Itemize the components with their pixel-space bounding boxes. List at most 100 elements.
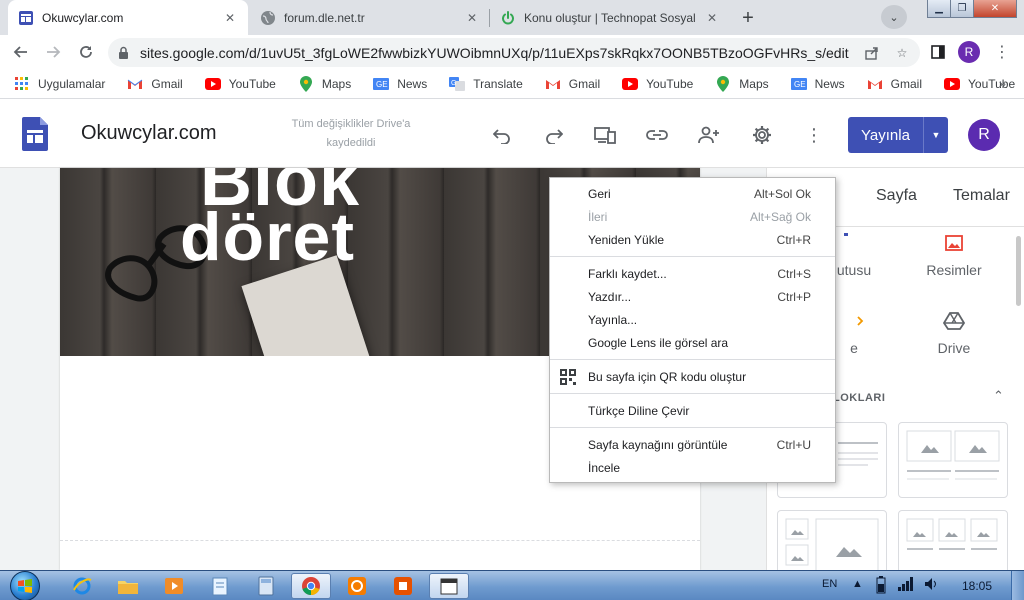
restore-window-icon[interactable]: ❐ [950, 0, 974, 18]
forward-arrow-icon[interactable] [41, 40, 65, 64]
globe-favicon-icon [260, 10, 276, 26]
close-tab-icon[interactable]: ✕ [704, 10, 720, 26]
browser-menu-icon[interactable]: ⋮ [990, 40, 1014, 64]
bookmark-gmail[interactable]: Gmail [545, 77, 600, 91]
menu-item-view-source[interactable]: Sayfa kaynağını görüntüle Ctrl+U [550, 433, 835, 456]
network-signal-icon[interactable] [898, 577, 914, 594]
bookmark-label: Translate [473, 76, 523, 91]
svg-text:GE: GE [376, 80, 388, 89]
bookmark-youtube[interactable]: YouTube [622, 77, 693, 91]
textbox-icon [844, 228, 864, 258]
menu-item-reload[interactable]: Yeniden Yükle Ctrl+R [550, 228, 835, 251]
menu-separator [550, 256, 835, 257]
tab-okuwcylar[interactable]: Okuwcylar.com ✕ [8, 0, 248, 35]
bookmark-label: Gmail [151, 76, 183, 91]
publish-dropdown-icon[interactable]: ▼ [924, 117, 948, 153]
menu-item-save-as[interactable]: Farklı kaydet... Ctrl+S [550, 262, 835, 285]
file-explorer-icon[interactable] [108, 573, 148, 599]
bookmark-news[interactable]: GE News [373, 77, 427, 91]
gmail-icon [127, 77, 143, 91]
tab-page[interactable]: Sayfa [876, 187, 917, 205]
gmail-icon [867, 77, 883, 91]
bookmark-apps[interactable]: Uygulamalar [14, 76, 105, 91]
volume-icon[interactable] [924, 577, 940, 594]
start-button[interactable] [6, 571, 44, 600]
chrome-icon[interactable] [291, 573, 331, 599]
redo-icon[interactable] [540, 121, 568, 149]
side-panel-icon[interactable] [926, 40, 950, 64]
insert-images-item[interactable]: Resimler [917, 228, 991, 278]
layout-option-two-images[interactable] [898, 422, 1008, 498]
language-indicator[interactable]: EN [822, 578, 837, 590]
bookmarks-bar: Uygulamalar Gmail YouTube Maps GE News G… [0, 69, 1024, 99]
bookmarks-overflow-icon[interactable]: » [999, 76, 1006, 91]
bookmark-maps[interactable]: Maps [715, 75, 769, 92]
browser-tab-strip: Okuwcylar.com ✕ forum.dle.net.tr ✕ Konu … [0, 0, 1024, 35]
address-bar[interactable]: sites.google.com/d/1uvU5t_3fgLoWE2fwwbiz… [108, 38, 920, 67]
settings-gear-icon[interactable] [748, 121, 776, 149]
lock-icon[interactable] [118, 46, 132, 60]
close-tab-icon[interactable]: ✕ [464, 10, 480, 26]
more-options-icon[interactable]: ⋮ [800, 121, 828, 149]
menu-item-qr-code[interactable]: Bu sayfa için QR kodu oluştur [550, 365, 835, 388]
bookmark-maps[interactable]: Maps [298, 75, 351, 92]
publish-label[interactable]: Yayınla [848, 117, 924, 153]
bookmark-translate[interactable]: G Translate [449, 76, 523, 91]
bookmark-news[interactable]: GE News [790, 77, 845, 91]
show-hidden-icons-icon[interactable]: ▲ [852, 578, 863, 590]
tab-themes[interactable]: Temalar [953, 187, 1010, 205]
bookmark-gmail[interactable]: Gmail [867, 77, 922, 91]
tab-technopat[interactable]: Konu oluştur | Technopat Sosyal ✕ [490, 0, 730, 35]
battery-icon[interactable] [876, 576, 886, 597]
hero-heading-line2[interactable]: döret [180, 198, 355, 276]
menu-item-print[interactable]: Yazdır... Ctrl+P [550, 285, 835, 308]
menu-item-translate[interactable]: Türkçe Diline Çevir [550, 399, 835, 422]
bookmark-gmail[interactable]: Gmail [127, 76, 183, 91]
new-tab-icon[interactable]: + [735, 5, 761, 31]
windows-logo-icon [10, 571, 40, 600]
orange-app-icon[interactable] [383, 573, 423, 599]
publish-button[interactable]: Yayınla ▼ [848, 117, 948, 153]
url-text[interactable]: sites.google.com/d/1uvU5t_3fgLoWE2fwwbiz… [140, 45, 860, 61]
notepad-icon[interactable] [200, 573, 240, 599]
panel-scrollbar[interactable] [1016, 236, 1021, 306]
close-tab-icon[interactable]: ✕ [222, 10, 238, 26]
menu-item-back[interactable]: Geri Alt+Sol Ok [550, 182, 835, 205]
bookmark-label: YouTube [228, 76, 276, 91]
bookmark-star-icon[interactable]: ☆ [890, 41, 914, 65]
minimize-window-icon[interactable]: ▁ [927, 0, 951, 18]
menu-item-google-lens[interactable]: Google Lens ile görsel ara [550, 331, 835, 354]
menu-item-inspect[interactable]: İncele [550, 456, 835, 479]
insert-drive-item[interactable]: Drive [917, 306, 991, 356]
show-desktop-button[interactable] [1011, 571, 1024, 600]
insert-item-label: e [850, 340, 858, 356]
bookmark-label: Gmail [568, 76, 601, 91]
embed-icon [844, 306, 864, 336]
bookmark-youtube[interactable]: YouTube [204, 76, 276, 91]
collapse-chevron-icon[interactable]: ⌃ [993, 388, 1004, 404]
link-icon[interactable] [643, 121, 671, 149]
menu-item-forward: İleri Alt+Sağ Ok [588, 209, 811, 224]
tab-forum[interactable]: forum.dle.net.tr ✕ [250, 0, 490, 35]
back-arrow-icon[interactable] [9, 40, 33, 64]
google-sites-logo-icon[interactable] [22, 117, 48, 151]
media-player-icon[interactable] [154, 573, 194, 599]
profile-avatar[interactable]: R [958, 41, 980, 63]
undo-icon[interactable] [488, 121, 516, 149]
youtube-icon [622, 77, 639, 91]
add-person-icon[interactable] [695, 121, 723, 149]
close-window-icon[interactable]: ✕ [973, 0, 1017, 18]
calendar-app-icon[interactable] [429, 573, 469, 599]
site-title[interactable]: Okuwcylar.com [81, 122, 217, 145]
orange-app-icon[interactable] [337, 573, 377, 599]
tab-search-chevron-icon[interactable]: ⌄ [881, 5, 907, 29]
calculator-icon[interactable] [246, 573, 286, 599]
preview-devices-icon[interactable] [591, 121, 619, 149]
menu-separator [550, 359, 835, 360]
share-icon[interactable] [860, 41, 884, 65]
reload-icon[interactable] [74, 40, 98, 64]
internet-explorer-icon[interactable] [62, 573, 102, 599]
system-clock[interactable]: 18:05 [962, 579, 992, 593]
menu-item-cast[interactable]: Yayınla... [550, 308, 835, 331]
account-avatar[interactable]: R [968, 119, 1000, 151]
